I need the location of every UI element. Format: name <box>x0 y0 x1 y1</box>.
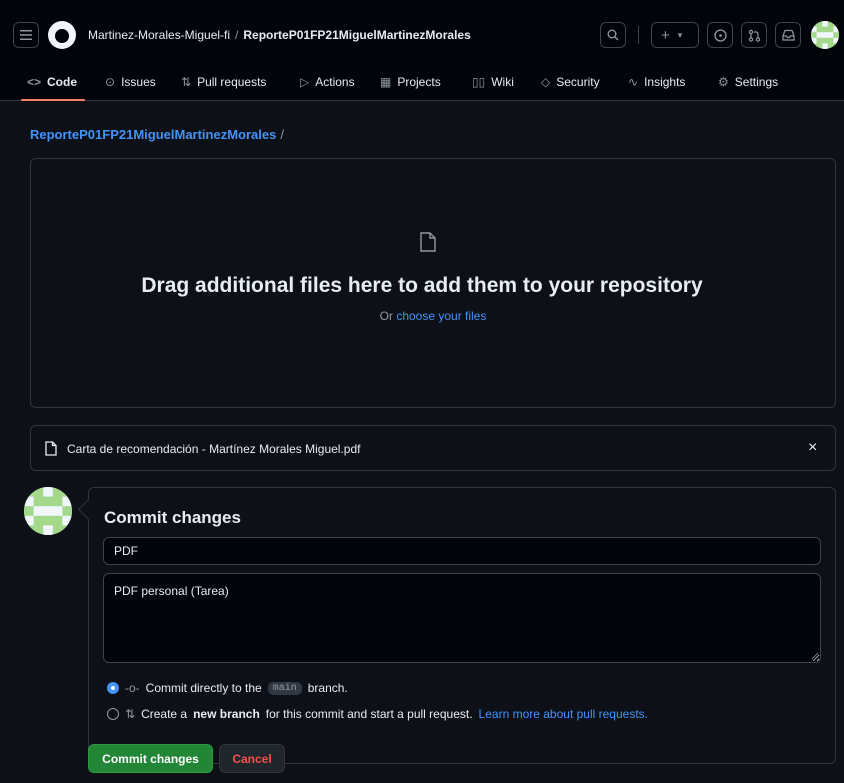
header-divider <box>638 26 639 44</box>
pull-request-icon: ⇅ <box>125 707 136 721</box>
menu-button[interactable] <box>13 22 39 48</box>
tab-label: Wiki <box>491 74 514 89</box>
new-branch-option[interactable]: ⇅ Create a new branch for this commit an… <box>107 707 648 721</box>
tab-wiki[interactable]: ▯▯ Wiki <box>472 62 514 101</box>
repo-link[interactable]: ReporteP01FP21MiguelMartinezMorales <box>243 28 470 42</box>
commit-summary-input[interactable] <box>103 537 821 565</box>
breadcrumb-separator: / <box>235 28 239 42</box>
tab-settings[interactable]: ⚙ Settings <box>718 62 778 101</box>
issue-icon: ⊙ <box>105 74 116 89</box>
resize-handle-icon[interactable] <box>811 652 819 660</box>
create-new-button[interactable]: + ▾ <box>651 22 699 48</box>
option2-bold: new branch <box>193 707 260 721</box>
book-icon: ▯▯ <box>472 74 486 89</box>
pull-request-icon: ⇅ <box>181 74 192 89</box>
issue-icon <box>713 28 727 42</box>
tab-label: Code <box>47 74 78 89</box>
identicon-icon <box>811 21 839 49</box>
choose-files-link[interactable]: choose your files <box>396 309 486 323</box>
tab-label: Security <box>556 74 600 89</box>
tab-issues[interactable]: ⊙ Issues <box>105 62 156 101</box>
commit-changes-button[interactable]: Commit changes <box>88 744 213 773</box>
graph-icon: ∿ <box>628 74 639 89</box>
github-logo-icon[interactable] <box>48 21 76 49</box>
code-icon: <> <box>27 74 42 89</box>
drop-zone-subtitle: Or choose your files <box>0 309 844 323</box>
tab-projects[interactable]: ▦ Projects <box>380 62 441 101</box>
app-header: Martinez-Morales-Miguel-fi / ReporteP01FP2… <box>0 0 844 101</box>
option1-prefix: Commit directly to the <box>145 681 262 695</box>
remove-file-button[interactable]: × <box>808 439 817 457</box>
commit-direct-option[interactable]: -o- Commit directly to the main branch. <box>107 681 348 695</box>
tab-insights[interactable]: ∿ Insights <box>628 62 685 101</box>
inbox-button[interactable] <box>775 22 801 48</box>
tab-label: Projects <box>397 74 441 89</box>
git-commit-icon: -o- <box>125 681 140 695</box>
repo-tabs: <> Code ⊙ Issues ⇅ Pull requests ▷ Actions ▦… <box>0 62 844 101</box>
chevron-down-icon: ▾ <box>677 29 683 40</box>
learn-more-link[interactable]: Learn more about pull requests. <box>479 707 648 721</box>
path-separator: / <box>280 127 284 142</box>
pull-request-icon <box>748 29 760 42</box>
plus-icon: + <box>661 26 670 44</box>
tab-code[interactable]: <> Code <box>20 62 86 101</box>
search-icon <box>607 29 619 41</box>
pull-requests-button[interactable] <box>741 22 767 48</box>
header-top-row: Martinez-Morales-Miguel-fi / ReporteP01FP2… <box>0 0 844 62</box>
commit-author-avatar <box>24 487 72 535</box>
upload-path-breadcrumb: ReporteP01FP21MiguelMartinezMorales / <box>30 127 284 142</box>
issues-button[interactable] <box>707 22 733 48</box>
uploaded-file-row: Carta de recomendación - Martínez Morale… <box>30 425 836 471</box>
commit-form-title: Commit changes <box>104 508 241 527</box>
header-breadcrumb: Martinez-Morales-Miguel-fi / ReporteP01FP2… <box>88 28 471 42</box>
play-icon: ▷ <box>300 74 310 89</box>
gear-icon: ⚙ <box>718 74 729 89</box>
cancel-button[interactable]: Cancel <box>219 744 285 773</box>
file-icon <box>420 232 436 252</box>
drop-zone-or: Or <box>379 309 393 323</box>
branch-name: main <box>267 681 302 695</box>
option2-suffix: for this commit and start a pull request… <box>265 707 473 721</box>
identicon-icon <box>24 487 72 535</box>
tab-actions[interactable]: ▷ Actions <box>300 62 355 101</box>
option2-prefix: Create a <box>141 707 188 721</box>
path-repo-link[interactable]: ReporteP01FP21MiguelMartinezMorales <box>30 127 276 142</box>
shield-icon: ◇ <box>541 74 551 89</box>
user-avatar[interactable] <box>811 21 839 49</box>
tab-label: Actions <box>315 74 355 89</box>
commit-description-input[interactable]: PDF personal (Tarea) <box>103 573 821 663</box>
owner-link[interactable]: Martinez-Morales-Miguel-fi <box>88 28 230 42</box>
option1-suffix: branch. <box>307 681 348 695</box>
tab-label: Insights <box>644 74 686 89</box>
new-branch-radio[interactable] <box>107 708 119 720</box>
inbox-icon <box>781 29 795 41</box>
tab-pull-requests[interactable]: ⇅ Pull requests <box>181 62 266 101</box>
uploaded-file-name: Carta de recomendación - Martínez Morale… <box>67 442 361 456</box>
table-icon: ▦ <box>380 74 392 89</box>
file-icon <box>45 441 57 456</box>
tab-label: Issues <box>121 74 156 89</box>
menu-icon <box>20 30 32 40</box>
commit-direct-radio[interactable] <box>107 682 119 694</box>
tab-label: Settings <box>734 74 779 89</box>
drop-zone-title: Drag additional files here to add them t… <box>141 274 703 297</box>
tab-label: Pull requests <box>197 74 267 89</box>
search-button[interactable] <box>600 22 626 48</box>
tab-security[interactable]: ◇ Security <box>541 62 600 101</box>
